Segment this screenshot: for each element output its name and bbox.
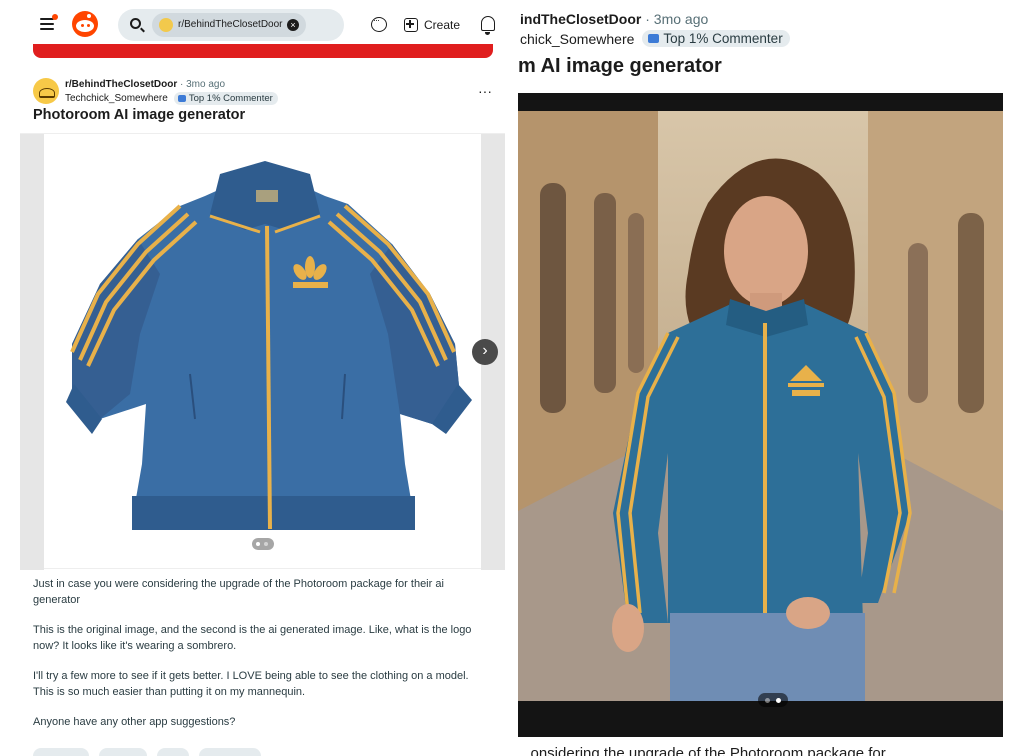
subreddit-link[interactable]: indTheClosetDoor [520,11,641,27]
post-action-bar [33,748,261,756]
subreddit-avatar[interactable] [33,78,59,104]
body-paragraph: This is the original image, and the seco… [33,624,472,652]
search-chip-label: r/BehindTheClosetDoor [178,19,283,30]
overflow-icon[interactable]: ··· [478,83,492,99]
ai-generated-image[interactable] [518,93,1003,737]
post-title-zoomed: m AI image generator [518,55,722,77]
award-button[interactable] [157,748,189,756]
post-age: · 3mo ago [177,79,226,90]
menu-icon[interactable] [40,14,58,30]
post-body-fragment: ...onsidering the upgrade of the Photoro… [518,745,886,756]
notification-dot [52,14,58,20]
clear-icon[interactable]: × [287,19,299,31]
user-flair-badge: Top 1% Commenter [173,92,278,105]
author-link[interactable]: Techchick_Somewhere [65,93,168,104]
post-screen-right: indTheClosetDoor · 3mo ago chick_Somewhe… [512,0,1024,756]
next-arrow-icon[interactable]: › [472,339,498,365]
user-flair-badge: Top 1% Commenter [642,30,790,47]
subreddit-search-chip[interactable]: r/BehindTheClosetDoor × [152,13,306,37]
bell-icon[interactable] [481,16,495,35]
banner-strip [33,44,493,58]
subreddit-icon [159,18,173,32]
post-screen-left: r/BehindTheClosetDoor × Create r/BehindT… [0,0,512,756]
body-paragraph: Anyone have any other app suggestions? [33,716,236,728]
body-paragraph: I'll try a few more to see if it gets be… [33,670,469,698]
jacket-product-image [66,161,472,530]
badge-label: Top 1% Commenter [188,93,273,104]
post-image-carousel[interactable]: › [20,133,505,570]
post-age: · 3mo ago [641,11,709,27]
post-header: r/BehindTheClosetDoor · 3mo ago Techchic… [33,78,503,108]
flair-icon [648,34,660,43]
top-navigation-bar: r/BehindTheClosetDoor × Create [0,0,512,48]
reddit-logo[interactable] [72,11,98,37]
page: r/BehindTheClosetDoor × Create r/BehindT… [0,0,1024,756]
carousel-pager [252,538,274,550]
author-link[interactable]: chick_Somewhere [520,31,634,47]
vote-button[interactable] [33,748,89,756]
ai-model-photo [518,93,1003,737]
badge-label: Top 1% Commenter [663,31,783,46]
post-body: Just in case you were considering the up… [33,576,488,744]
body-paragraph: Just in case you were considering the up… [33,578,444,606]
subreddit-line: r/BehindTheClosetDoor · 3mo ago [65,79,225,90]
carousel-pager-zoomed [758,693,788,707]
author-line-zoomed: chick_Somewhere Top 1% Commenter [520,30,790,47]
flair-icon [177,95,186,102]
share-button[interactable] [199,748,261,756]
author-line: Techchick_Somewhere Top 1% Commenter [65,92,278,105]
create-icon [404,18,418,32]
subreddit-link[interactable]: r/BehindTheClosetDoor [65,79,177,90]
create-label: Create [424,18,461,32]
search-icon [130,18,141,29]
subreddit-line-zoomed: indTheClosetDoor · 3mo ago [520,11,708,27]
chat-icon[interactable] [371,15,387,32]
create-button[interactable]: Create [404,14,460,36]
comments-button[interactable] [99,748,147,756]
post-title: Photoroom AI image generator [33,107,246,123]
